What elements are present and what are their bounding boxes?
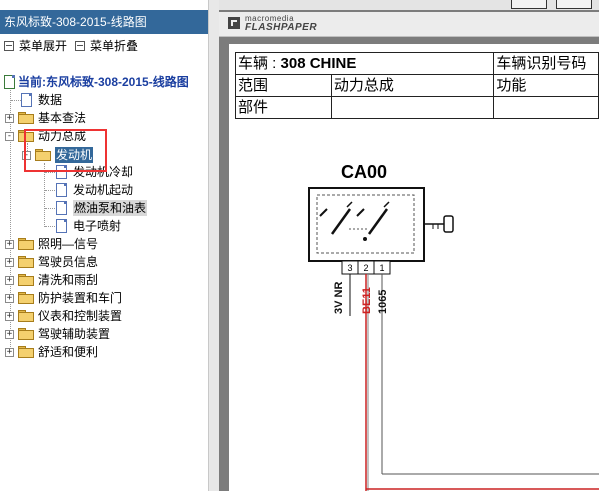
brand-product: FLASHPAPER <box>245 22 318 33</box>
expand-plus-icon[interactable]: + <box>5 348 14 357</box>
pin-2: 2 <box>363 263 368 273</box>
expand-plus-icon[interactable]: + <box>5 240 14 249</box>
annotation-highlight-box <box>24 129 107 172</box>
expand-plus-icon[interactable]: + <box>5 312 14 321</box>
expand-plus-icon[interactable]: + <box>5 258 14 267</box>
tree-item-label: 驾驶辅助装置 <box>38 327 111 341</box>
component-box <box>308 187 425 262</box>
tree-item-label: 防护装置和车门 <box>38 291 123 305</box>
document-icon <box>56 219 67 233</box>
pin-3: 3 <box>347 263 352 273</box>
expand-plus-icon[interactable]: + <box>5 294 14 303</box>
viewer-toolbar <box>219 0 599 10</box>
folder-icon <box>18 292 34 304</box>
wire-label-3vnr: 3V NR <box>333 282 345 314</box>
folder-icon <box>18 346 34 358</box>
pin-1: 1 <box>379 263 384 273</box>
expand-plus-icon[interactable]: + <box>5 330 14 339</box>
tree-item-label: 数据 <box>38 93 63 107</box>
tree-item-label: 发动机起动 <box>73 183 134 197</box>
expand-all-button[interactable]: 菜单展开 <box>4 38 67 54</box>
tree-connector <box>45 208 55 209</box>
switch-junction <box>363 237 367 241</box>
wire-label-1065: 1065 <box>377 290 389 314</box>
collapse-all-button[interactable]: 菜单折叠 <box>75 38 138 54</box>
tree-item-label: 燃油泵和油表 <box>73 200 148 216</box>
flashpaper-logo-icon <box>228 17 240 29</box>
viewer-splitter[interactable] <box>209 0 219 491</box>
document-icon <box>56 183 67 197</box>
tree-item-label: 清洗和雨刮 <box>38 273 99 287</box>
expand-icon <box>4 41 14 51</box>
expand-plus-icon[interactable]: + <box>5 114 14 123</box>
tree-item-label: 电子喷射 <box>73 219 122 233</box>
collapse-all-label: 菜单折叠 <box>90 39 139 53</box>
wire-label-be11: BE11 <box>361 287 373 314</box>
wiring-diagram: 3 2 1 3V NR BE11 1065 <box>308 187 599 491</box>
tree-connector <box>45 226 55 227</box>
tree-item-label: 仪表和控制装置 <box>38 309 123 323</box>
collapse-minus-icon[interactable]: - <box>5 132 14 141</box>
toolbar-button[interactable] <box>511 0 547 9</box>
panel-title: 东风标致-308-2015-线路图 <box>0 10 208 34</box>
folder-icon <box>18 238 34 250</box>
expand-plus-icon[interactable]: + <box>5 276 14 285</box>
document-page: 车辆 : 308 CHINE 车辆识别号码 范围 动力总成 功能 部件 CA00 <box>229 44 599 491</box>
folder-icon <box>18 310 34 322</box>
folder-icon <box>18 112 34 124</box>
root-doc-icon <box>4 75 15 89</box>
expand-all-label: 菜单展开 <box>19 39 68 53</box>
folder-icon <box>18 256 34 268</box>
key-head-icon <box>443 215 454 233</box>
tree-item-label: 基本查法 <box>38 111 87 125</box>
flashpaper-brand-bar: macromedia FLASHPAPER <box>219 12 599 37</box>
folder-icon <box>18 274 34 286</box>
navigation-panel: 东风标致-308-2015-线路图 菜单展开 菜单折叠 当前:东风标致-308-… <box>0 0 209 491</box>
folder-icon <box>18 328 34 340</box>
tree-item-label: 照明—信号 <box>38 237 99 251</box>
document-icon <box>21 93 32 107</box>
tree-root-label: 当前:东风标致-308-2015-线路图 <box>18 75 189 89</box>
tree-connector <box>45 190 55 191</box>
tree-item-label: 驾驶员信息 <box>38 255 99 269</box>
collapse-icon <box>75 41 85 51</box>
document-icon <box>56 201 67 215</box>
toolbar-button[interactable] <box>556 0 592 9</box>
tree-connector <box>45 172 55 173</box>
tree-item-label: 舒适和便利 <box>38 345 99 359</box>
